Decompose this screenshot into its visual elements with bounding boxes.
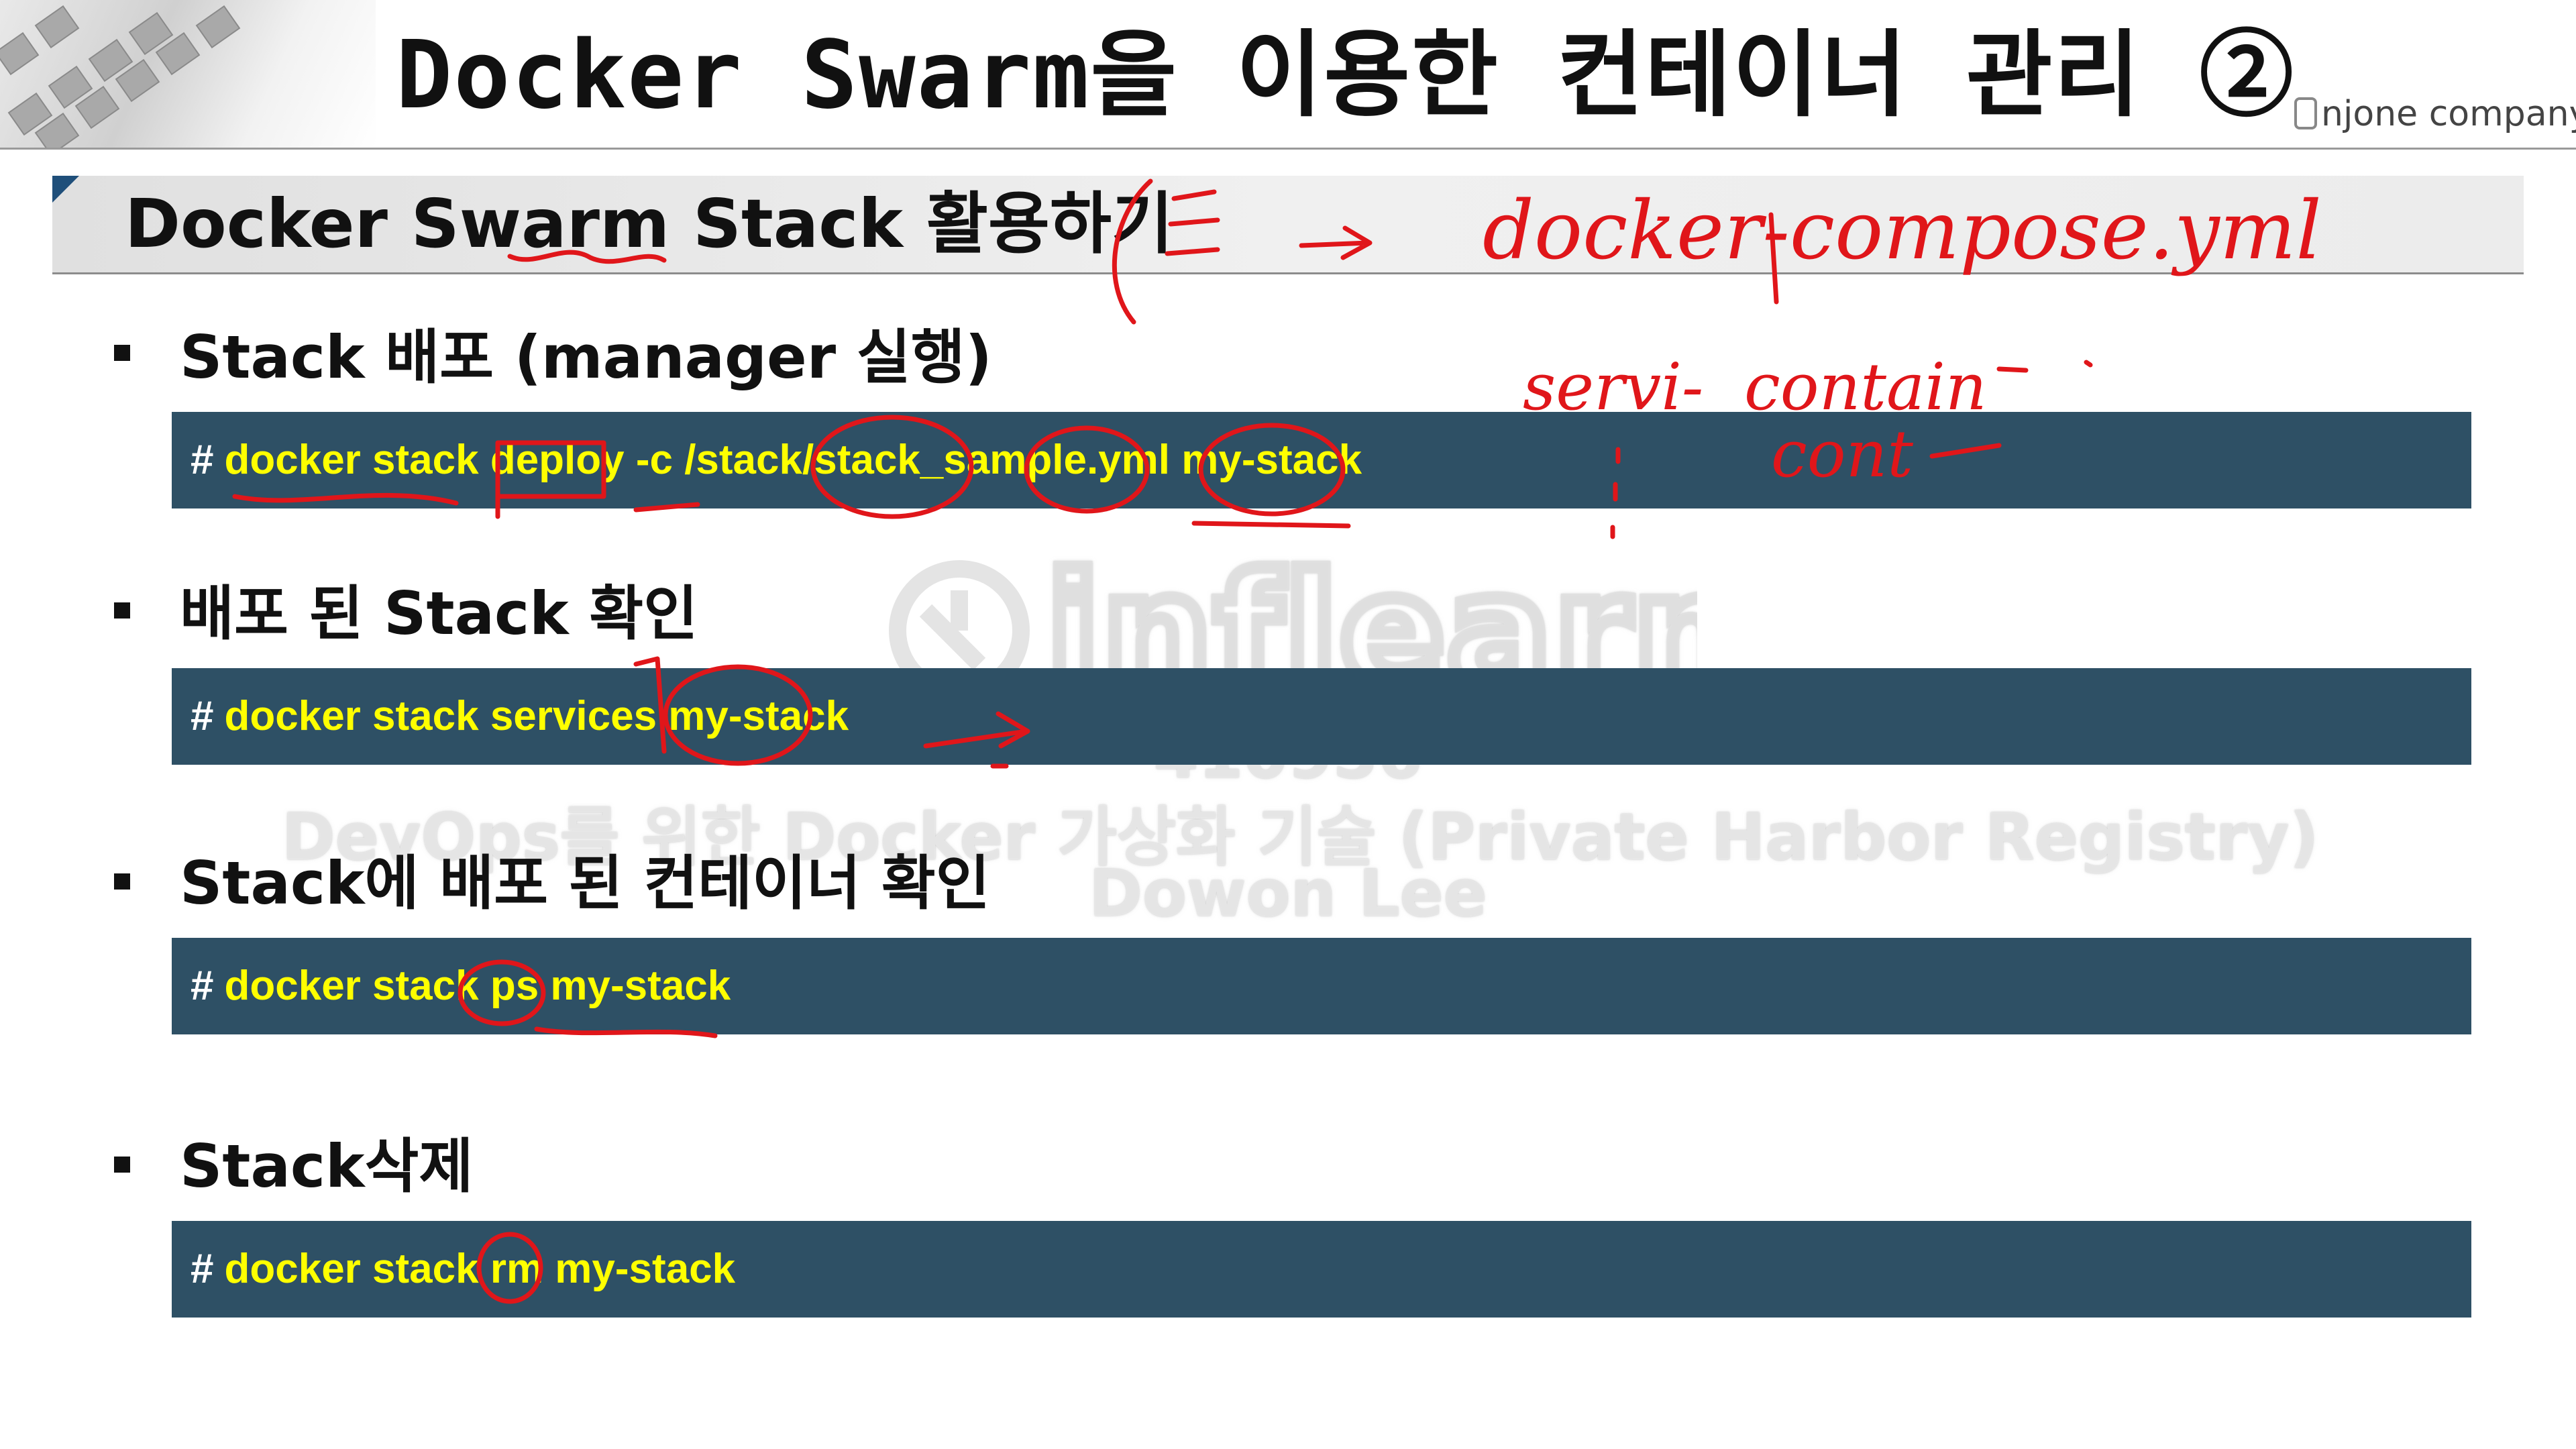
shell-prompt: # (191, 437, 214, 483)
keyboard-image (0, 0, 376, 149)
header-divider (0, 148, 2576, 150)
bullet-marker (114, 602, 130, 619)
slide-header: Docker Swarm을 이용한 컨테이너 관리 ② njone compan… (0, 0, 2576, 150)
code-line: # docker stack ps my-stack (191, 938, 731, 1034)
code-line: # docker stack services my-stack (191, 668, 849, 765)
bullet-label-rm: Stack삭제 (180, 1132, 474, 1201)
bullet-label-services: 배포 된 Stack 확인 (180, 579, 698, 648)
code-line: # docker stack deploy -c /stack/stack_sam… (191, 412, 1362, 508)
bullet-marker (114, 345, 130, 361)
slide-title: Docker Swarm을 이용한 컨테이너 관리 ② (396, 21, 2295, 130)
code-line: # docker stack rm my-stack (191, 1221, 735, 1318)
bullet-label-deploy: Stack 배포 (manager 실행) (180, 323, 992, 392)
command-text: docker stack services my-stack (224, 693, 849, 739)
code-block-deploy: # docker stack deploy -c /stack/stack_sam… (172, 412, 2471, 508)
brand-name: njone company (2321, 94, 2576, 134)
brand-logo-icon (2294, 97, 2317, 129)
ink-underline-mystack (1191, 521, 1351, 529)
ink-dashes (1996, 360, 2093, 373)
command-text: docker stack deploy -c /stack/stack_samp… (224, 437, 1362, 483)
code-block-rm: # docker stack rm my-stack (172, 1221, 2471, 1318)
bullet-marker (114, 873, 130, 890)
shell-prompt: # (191, 963, 214, 1009)
watermark-author: Dowon Lee (1089, 856, 1487, 931)
command-text: docker stack rm my-stack (224, 1246, 736, 1292)
section-title: Docker Swarm Stack 활용하기 (125, 184, 1173, 263)
bullet-label-ps: Stack에 배포 된 컨테이너 확인 (180, 849, 990, 918)
brand-label: njone company (2294, 94, 2576, 134)
corner-marker (52, 176, 79, 203)
bullet-marker (114, 1157, 130, 1173)
shell-prompt: # (191, 693, 214, 739)
code-block-services: # docker stack services my-stack (172, 668, 2471, 765)
command-text: docker stack ps my-stack (224, 963, 731, 1009)
code-block-ps: # docker stack ps my-stack (172, 938, 2471, 1034)
shell-prompt: # (191, 1246, 214, 1292)
